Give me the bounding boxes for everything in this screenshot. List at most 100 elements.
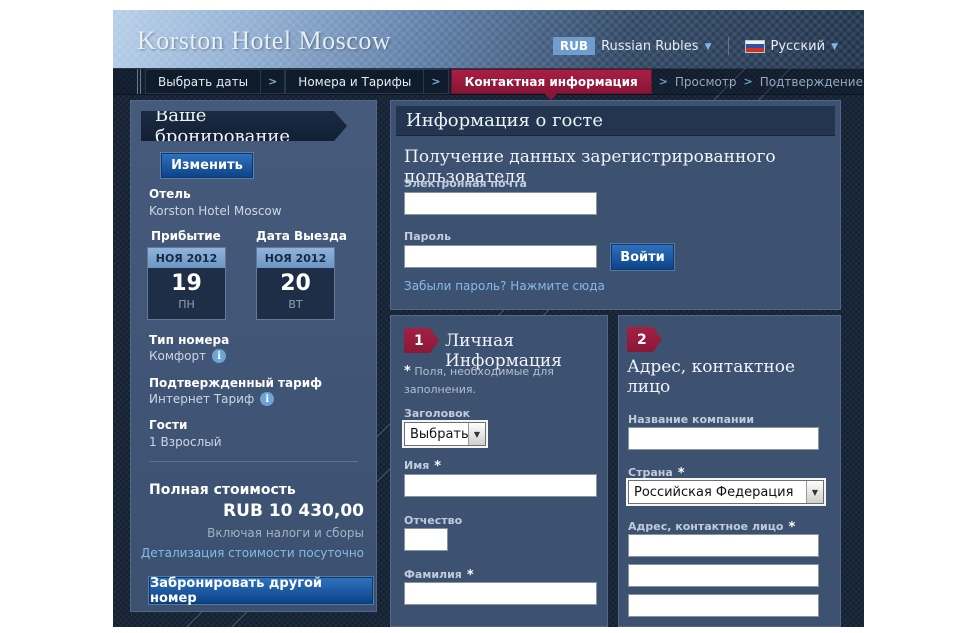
address-panel: 2 Адрес, контактное лицо Название компан… [618, 315, 841, 627]
contact-address-field-3[interactable] [628, 594, 819, 617]
arrival-date-card: НОЯ 2012 19 ПН [147, 247, 226, 320]
russian-flag-icon [745, 40, 765, 53]
total-cost-label: Полная стоимость [149, 482, 296, 498]
arrival-weekday: ПН [148, 298, 225, 311]
breadcrumb: Выбрать даты > Номера и Тарифы > Контакт… [113, 68, 864, 95]
first-name-label: Имя * [404, 459, 441, 474]
contact-address-label-text: Адрес, контактное лицо [628, 520, 783, 533]
arrival-month: НОЯ 2012 [148, 248, 225, 268]
salutation-select[interactable]: Выбрать ▼ [404, 422, 486, 446]
arrival-day: 19 [148, 271, 225, 296]
departure-label: Дата Выезда [256, 229, 347, 243]
site-title: Korston Hotel Moscow [137, 26, 391, 56]
language-label: Русский [771, 39, 826, 54]
country-select[interactable]: Российская Федерация ▼ [628, 480, 824, 504]
personal-info-panel: 1 Личная Информация * Поля, необходимые … [390, 315, 608, 627]
header-controls: RUB Russian Rubles ▼ Русский ▼ [553, 37, 838, 55]
address-title: Адрес, контактное лицо [627, 357, 840, 397]
room-type-label: Тип номера [149, 333, 229, 347]
contact-address-field-1[interactable] [628, 534, 819, 557]
taxes-note: Включая налоги и сборы [207, 526, 364, 540]
breadcrumb-separator-icon: > [659, 75, 668, 88]
guest-info-title: Информация о госте [396, 106, 835, 136]
breadcrumb-decor-stripes [137, 69, 143, 94]
language-selector[interactable]: Русский ▼ [745, 39, 839, 54]
contact-address-label: Адрес, контактное лицо * [628, 520, 795, 535]
breadcrumb-separator-icon: > [261, 69, 285, 94]
required-fields-note: * Поля, необходимые для заполнения. [404, 362, 572, 398]
company-field[interactable] [628, 427, 819, 450]
chevron-down-icon: ▼ [831, 41, 838, 52]
required-note-text: Поля, необходимые для заполнения. [404, 365, 554, 396]
room-type-row: Комфорт i [149, 349, 226, 363]
country-selected-value: Российская Федерация [629, 481, 806, 503]
active-step-pointer-icon [544, 93, 558, 100]
currency-label: Russian Rubles [601, 39, 699, 54]
breadcrumb-step-confirm[interactable]: Подтверждение [760, 75, 863, 89]
hotel-label: Отель [149, 187, 191, 201]
hotel-name: Korston Hotel Moscow [149, 204, 282, 218]
required-asterisk: * [404, 364, 411, 379]
rate-value: Интернет Тариф [149, 392, 254, 406]
salutation-label: Заголовок [404, 407, 470, 420]
email-field[interactable] [404, 192, 597, 215]
info-icon[interactable]: i [260, 392, 274, 406]
breadcrumb-separator-icon: > [744, 75, 753, 88]
password-field[interactable] [404, 245, 597, 268]
rate-label: Подтвержденный тариф [149, 376, 322, 390]
country-label: Страна * [628, 466, 685, 481]
arrival-label: Прибытие [151, 229, 221, 243]
breadcrumb-active-label: Контактная информация [465, 75, 638, 89]
required-asterisk: * [434, 459, 441, 474]
salutation-selected-value: Выбрать [405, 423, 468, 445]
chevron-down-icon: ▼ [705, 41, 712, 52]
country-label-text: Страна [628, 466, 673, 479]
departure-month: НОЯ 2012 [257, 248, 334, 268]
forgot-password-link[interactable]: Забыли пароль? Нажмите сюда [404, 279, 605, 293]
departure-day: 20 [257, 271, 334, 296]
step-1-badge: 1 [404, 328, 439, 353]
last-name-label-text: Фамилия [404, 568, 462, 581]
site-container: Korston Hotel Moscow RUB Russian Rubles … [113, 10, 864, 627]
booking-summary-panel: Ваше бронирование Изменить Отель Korston… [130, 100, 377, 612]
select-arrow-icon: ▼ [468, 423, 485, 445]
last-name-label: Фамилия * [404, 568, 474, 583]
company-label: Название компании [628, 413, 754, 426]
rate-row: Интернет Тариф i [149, 392, 274, 406]
currency-selector[interactable]: RUB Russian Rubles ▼ [553, 37, 712, 55]
email-label: Электронная почта [404, 177, 527, 190]
required-asterisk: * [467, 568, 474, 583]
info-icon[interactable]: i [212, 349, 226, 363]
currency-code-badge: RUB [553, 37, 595, 55]
breadcrumb-step-rooms[interactable]: Номера и Тарифы [285, 69, 424, 94]
step-2-badge: 2 [627, 327, 662, 352]
breadcrumb-separator-icon: > [424, 69, 448, 94]
guests-label: Гости [149, 418, 187, 432]
departure-weekday: ВТ [257, 298, 334, 311]
booking-summary-title: Ваше бронирование [141, 111, 347, 141]
contact-address-field-2[interactable] [628, 564, 819, 587]
booking-page: Korston Hotel Moscow RUB Russian Rubles … [0, 0, 975, 633]
guests-value: 1 Взрослый [149, 435, 222, 449]
breadcrumb-step-review[interactable]: Просмотр [675, 75, 737, 89]
middle-name-field[interactable] [404, 528, 448, 551]
first-name-label-text: Имя [404, 459, 429, 472]
first-name-field[interactable] [404, 474, 597, 497]
edit-booking-button[interactable]: Изменить [161, 153, 253, 178]
middle-name-label: Отчество [404, 514, 462, 527]
guest-info-panel: Информация о госте Получение данных заре… [390, 100, 841, 310]
select-arrow-icon: ▼ [806, 481, 823, 503]
site-header: Korston Hotel Moscow RUB Russian Rubles … [113, 10, 864, 68]
breadcrumb-step-contact-active: Контактная информация [451, 69, 652, 94]
password-label: Пароль [404, 230, 451, 243]
room-type-value: Комфорт [149, 349, 206, 363]
last-name-field[interactable] [404, 582, 597, 605]
cost-details-link[interactable]: Детализация стоимости посуточно [141, 546, 364, 560]
departure-date-card: НОЯ 2012 20 ВТ [256, 247, 335, 320]
book-another-room-button[interactable]: Забронировать другой номер [149, 577, 373, 604]
header-divider [728, 37, 729, 55]
breadcrumb-step-dates[interactable]: Выбрать даты [145, 69, 261, 94]
sidebar-divider [149, 461, 358, 462]
login-button[interactable]: Войти [611, 244, 674, 270]
total-cost-amount: RUB 10 430,00 [223, 501, 364, 521]
